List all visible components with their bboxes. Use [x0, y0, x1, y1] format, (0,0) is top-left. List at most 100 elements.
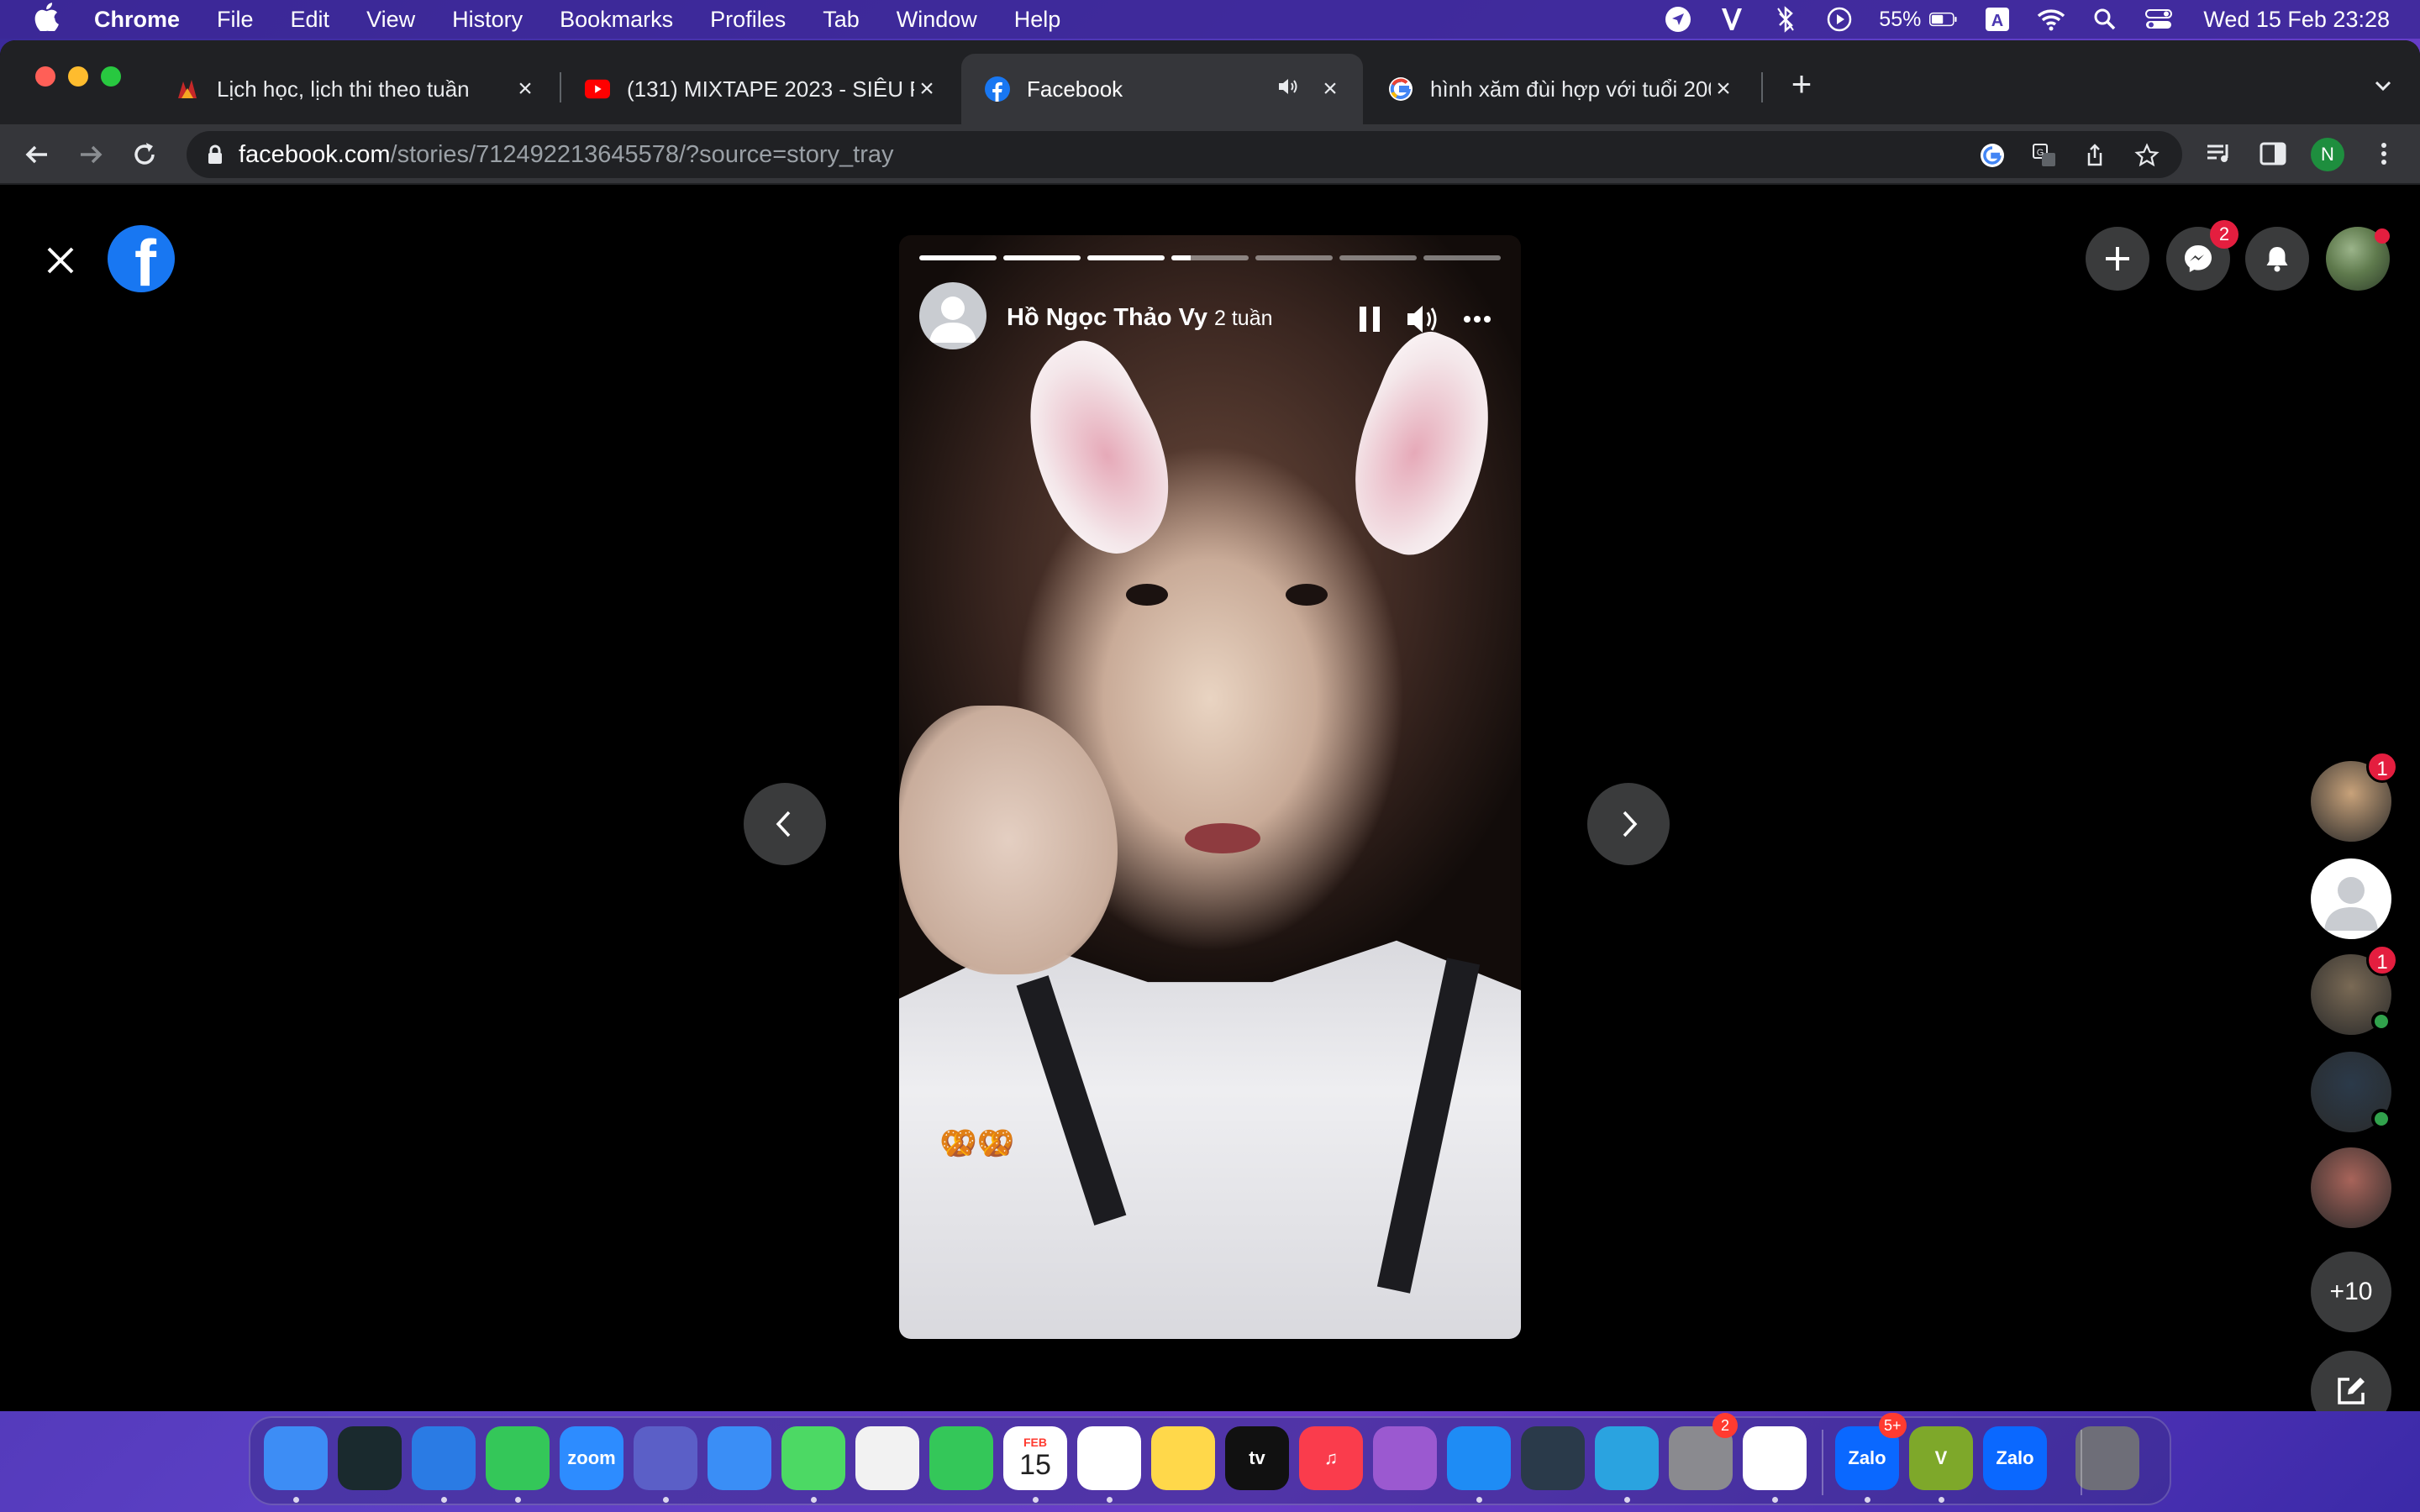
story-author[interactable]: Hồ Ngọc Thảo Vy 2 tuần [1007, 304, 1273, 332]
dock-teams-icon[interactable] [634, 1426, 697, 1490]
more-options-icon[interactable] [1459, 301, 1496, 338]
dock-quicktime-icon[interactable] [1521, 1426, 1585, 1490]
dock-running-indicator [1624, 1497, 1630, 1503]
volume-icon[interactable] [1405, 301, 1442, 338]
dock-safari-icon[interactable] [412, 1426, 476, 1490]
window-minimize-button[interactable] [68, 66, 88, 87]
dock-zalo-2-icon[interactable]: Zalo [1983, 1426, 2047, 1490]
dock-app-store-icon[interactable] [1447, 1426, 1511, 1490]
story-tray-badge: 1 [2366, 944, 2398, 976]
dock-photos-icon[interactable] [855, 1426, 919, 1490]
url-text[interactable]: facebook.com/stories/712492213645578/?so… [239, 141, 893, 169]
notifications-button[interactable] [2245, 227, 2309, 291]
story-progress-segment [919, 255, 997, 260]
menu-file[interactable]: File [217, 7, 254, 33]
new-tab-button[interactable]: + [1785, 66, 1818, 102]
dock-calendar-icon[interactable]: FEB 15 [1003, 1426, 1067, 1490]
dock-badge: 2 [1712, 1413, 1738, 1438]
dock-reminders-icon[interactable] [1077, 1426, 1141, 1490]
dock-messages-icon[interactable] [486, 1426, 550, 1490]
dock-separator [1822, 1430, 1823, 1495]
menu-edit[interactable]: Edit [291, 7, 330, 33]
menu-profiles[interactable]: Profiles [710, 7, 786, 33]
menu-bar-clock[interactable]: Wed 15 Feb 23:28 [2203, 7, 2390, 33]
story-progress-segment [1087, 255, 1165, 260]
create-story-button[interactable] [2311, 1351, 2391, 1411]
story-tray-avatar[interactable] [2311, 1147, 2391, 1228]
story-card[interactable]: 🥨🥨 Hồ Ngọc Thảo Vy 2 tuần [899, 235, 1521, 1339]
tab-close-icon[interactable]: × [914, 75, 939, 103]
more-stories-button[interactable]: +10 [2311, 1252, 2391, 1332]
navigation-arrow-icon[interactable] [1664, 5, 1692, 34]
story-author-avatar[interactable] [919, 282, 986, 349]
tab-facebook[interactable]: Facebook × [961, 54, 1363, 124]
forward-arrow-icon[interactable] [74, 138, 108, 171]
address-bar[interactable]: facebook.com/stories/712492213645578/?so… [187, 131, 2182, 178]
menu-tab[interactable]: Tab [823, 7, 860, 33]
bookmark-star-icon[interactable] [2134, 143, 2160, 168]
pause-icon[interactable] [1351, 301, 1388, 338]
spotlight-search-icon[interactable] [2091, 5, 2119, 34]
menu-help[interactable]: Help [1014, 7, 1061, 33]
facebook-logo-icon[interactable]: f [108, 225, 175, 292]
tab-lich-hoc[interactable]: Lịch học, lịch thi theo tuần × [151, 54, 558, 124]
story-tray-avatar[interactable] [2311, 858, 2391, 939]
dock-telegram-icon[interactable] [1595, 1426, 1659, 1490]
bluetooth-off-icon[interactable] [1771, 5, 1800, 34]
translate-icon[interactable]: G [2032, 143, 2057, 168]
close-story-icon[interactable] [44, 244, 77, 277]
input-source-icon[interactable]: A [1983, 5, 2012, 34]
dock-apple-tv-icon[interactable]: tv [1225, 1426, 1289, 1490]
media-play-icon[interactable] [1825, 5, 1854, 34]
story-author-name[interactable]: Hồ Ngọc Thảo Vy [1007, 304, 1207, 331]
dock-maps-icon[interactable] [781, 1426, 845, 1490]
menu-window[interactable]: Window [897, 7, 977, 33]
dock-trash-icon[interactable] [2075, 1426, 2139, 1490]
dock-zoom-icon[interactable]: zoom [560, 1426, 623, 1490]
menu-history[interactable]: History [452, 7, 523, 33]
back-arrow-icon[interactable] [20, 138, 54, 171]
reload-icon[interactable] [128, 138, 161, 171]
media-controls-icon[interactable] [2205, 139, 2233, 168]
create-button[interactable] [2086, 227, 2149, 291]
tab-close-icon[interactable]: × [1711, 75, 1736, 103]
menu-view[interactable]: View [366, 7, 415, 33]
tab-close-icon[interactable]: × [513, 75, 538, 103]
dock-podcasts-icon[interactable] [1373, 1426, 1437, 1490]
more-menu-icon[interactable] [2370, 139, 2398, 168]
window-zoom-button[interactable] [101, 66, 121, 87]
dock-finder-icon[interactable] [264, 1426, 328, 1490]
menu-app-name[interactable]: Chrome [94, 7, 180, 33]
vpn-v-icon[interactable] [1718, 5, 1746, 34]
dock-music-icon[interactable]: ♫ [1299, 1426, 1363, 1490]
dock-notes-icon[interactable] [1151, 1426, 1215, 1490]
url-host: facebook.com [239, 141, 391, 168]
tab-audio-speaker-icon[interactable] [1277, 76, 1302, 102]
menu-bookmarks[interactable]: Bookmarks [560, 7, 673, 33]
tab-google-search[interactable]: hình xăm đùi hợp với tuổi 2003 × [1365, 54, 1756, 124]
online-status-dot [2371, 1109, 2391, 1129]
browser-toolbar: facebook.com/stories/712492213645578/?so… [0, 124, 2420, 185]
dock-badge: 5+ [1879, 1413, 1907, 1438]
share-icon[interactable] [2082, 143, 2107, 168]
google-lens-icon[interactable] [1980, 143, 2005, 168]
tab-search-chevron-icon[interactable] [2366, 69, 2400, 102]
wifi-icon[interactable] [2037, 5, 2065, 34]
apple-menu-icon[interactable] [34, 2, 59, 37]
tab-close-icon[interactable]: × [1318, 75, 1343, 103]
next-story-button[interactable] [1587, 783, 1670, 865]
dock-facetime-icon[interactable] [929, 1426, 993, 1490]
window-close-button[interactable] [35, 66, 55, 87]
chrome-profile-avatar[interactable]: N [2311, 138, 2344, 171]
lock-icon[interactable] [203, 143, 227, 166]
previous-story-button[interactable] [744, 783, 826, 865]
control-center-icon[interactable] [2144, 5, 2173, 34]
side-panel-icon[interactable] [2259, 139, 2287, 168]
dock-mail-icon[interactable] [708, 1426, 771, 1490]
account-notification-dot [2375, 228, 2390, 244]
dock-chrome-icon[interactable] [1743, 1426, 1807, 1490]
dock-league-of-legends-icon[interactable] [338, 1426, 402, 1490]
tab-youtube-mixtape[interactable]: (131) MIXTAPE 2023 - SIÊU PHẨM × [561, 54, 960, 124]
dock-vocabulary-app-icon[interactable]: V [1909, 1426, 1973, 1490]
battery-icon[interactable] [1929, 5, 1958, 34]
